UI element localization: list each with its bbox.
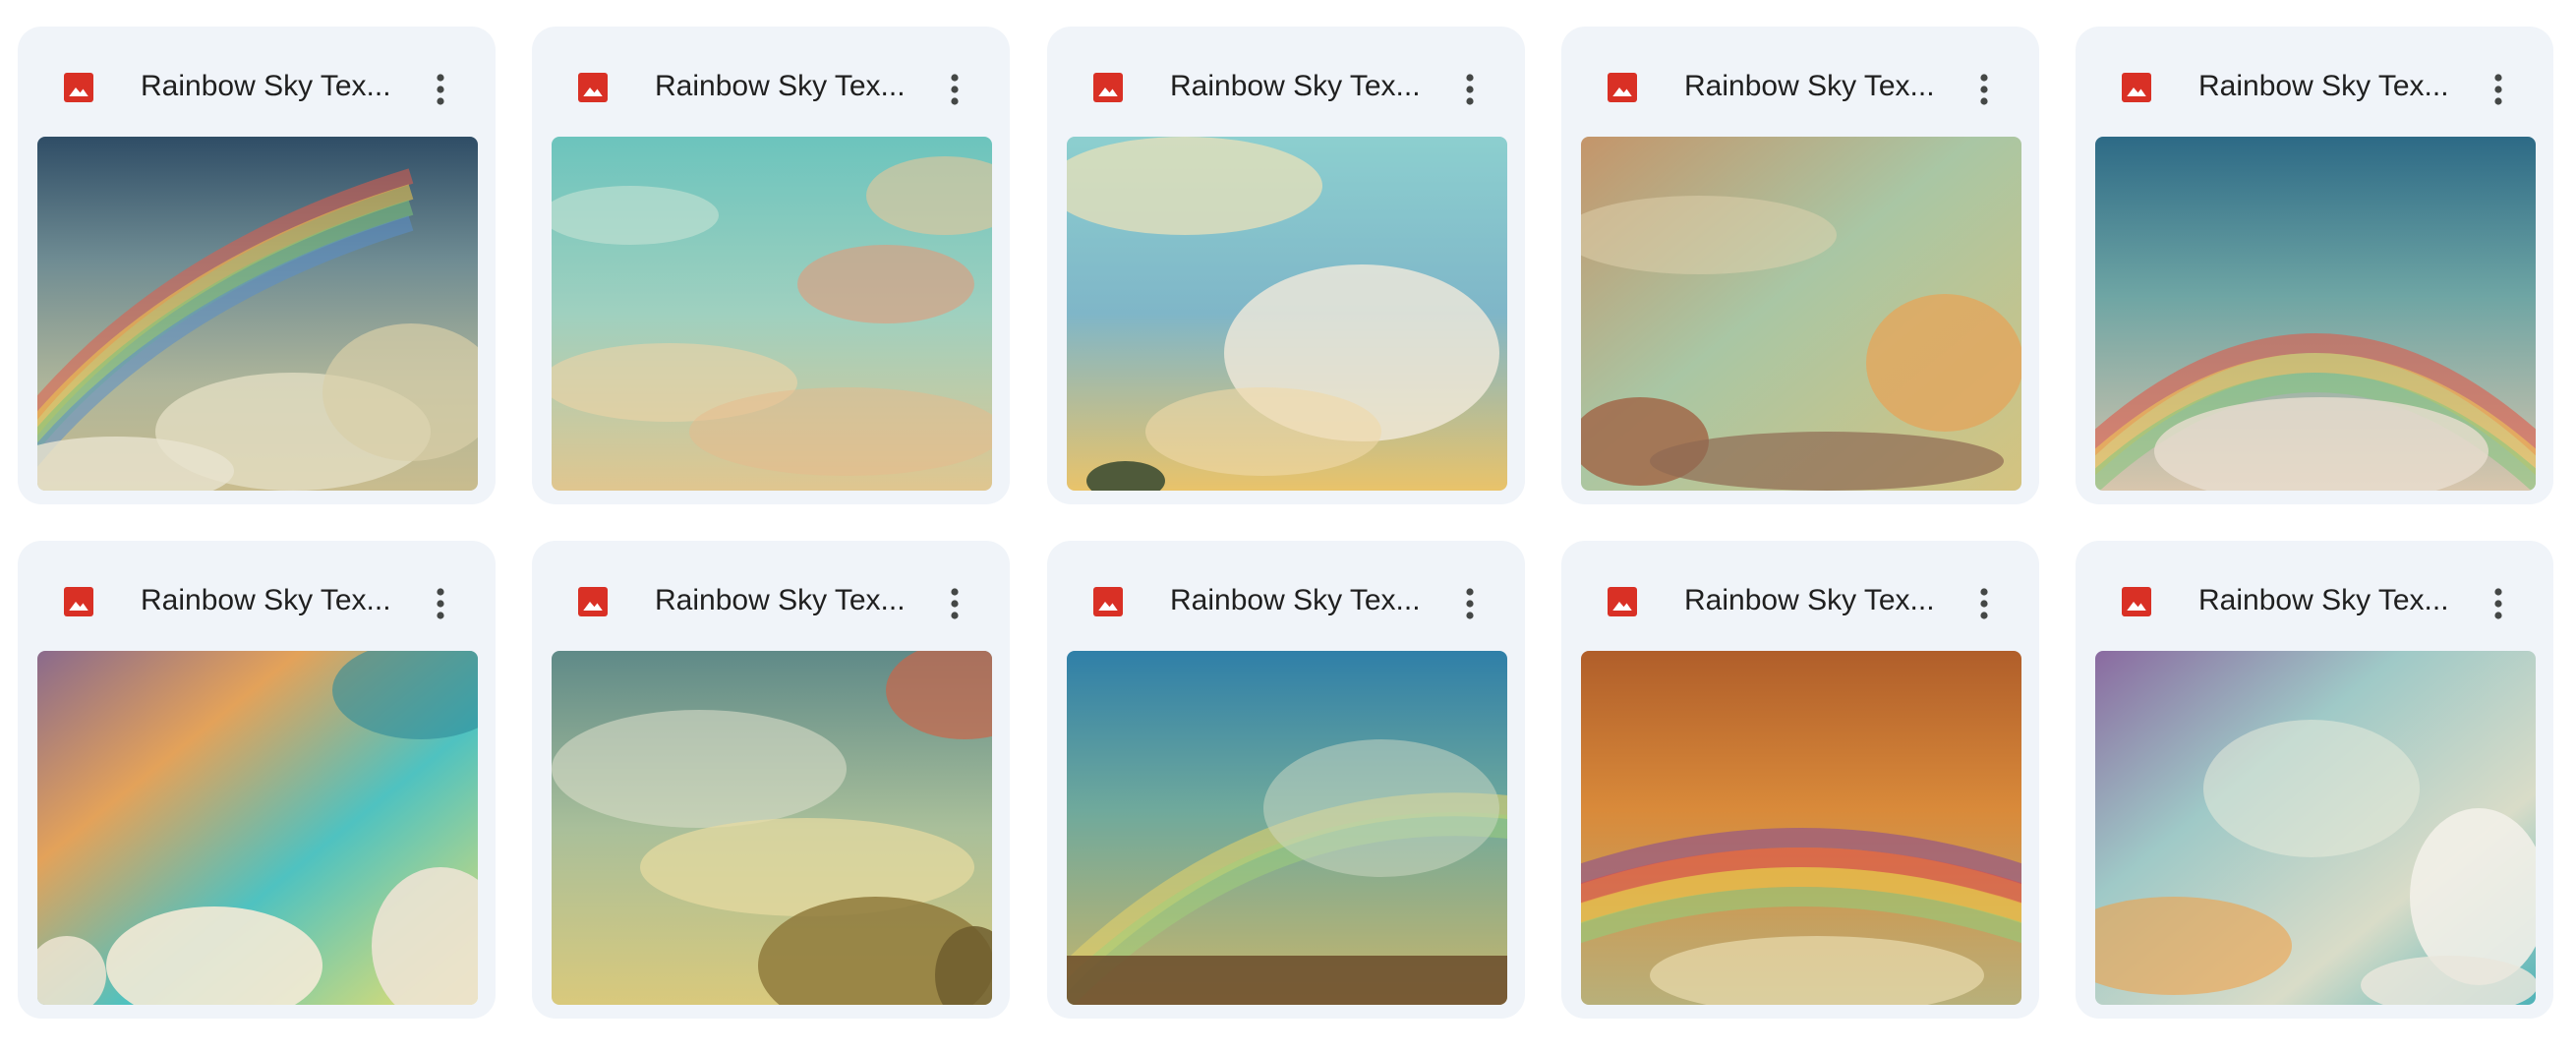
more-actions-button[interactable] bbox=[1442, 62, 1497, 117]
image-icon bbox=[61, 70, 96, 105]
image-icon bbox=[1605, 70, 1640, 105]
image-thumbnail[interactable] bbox=[1067, 137, 1507, 491]
image-thumbnail[interactable] bbox=[37, 137, 478, 491]
file-card[interactable]: Rainbow Sky Tex... bbox=[1561, 27, 2039, 504]
image-thumbnail[interactable] bbox=[552, 137, 992, 491]
file-name: Rainbow Sky Tex... bbox=[655, 70, 906, 102]
file-card[interactable]: Rainbow Sky Tex... bbox=[2076, 27, 2553, 504]
more-actions-button[interactable] bbox=[927, 576, 982, 631]
more-vert-icon bbox=[1980, 588, 1988, 619]
more-vert-icon bbox=[437, 74, 444, 105]
file-card-header: Rainbow Sky Tex... bbox=[1561, 27, 2039, 137]
file-name: Rainbow Sky Tex... bbox=[1170, 70, 1421, 102]
more-actions-button[interactable] bbox=[1957, 576, 2012, 631]
more-actions-button[interactable] bbox=[1442, 576, 1497, 631]
more-actions-button[interactable] bbox=[927, 62, 982, 117]
image-thumbnail[interactable] bbox=[1581, 137, 2021, 491]
file-card-header: Rainbow Sky Tex... bbox=[1047, 27, 1525, 137]
file-name: Rainbow Sky Tex... bbox=[141, 584, 391, 616]
file-card-header: Rainbow Sky Tex... bbox=[1561, 541, 2039, 651]
file-card-header: Rainbow Sky Tex... bbox=[1047, 541, 1525, 651]
image-thumbnail[interactable] bbox=[2095, 651, 2536, 1005]
file-name: Rainbow Sky Tex... bbox=[1170, 584, 1421, 616]
image-icon bbox=[2119, 584, 2154, 619]
file-card-header: Rainbow Sky Tex... bbox=[532, 27, 1010, 137]
more-vert-icon bbox=[1980, 74, 1988, 105]
file-card[interactable]: Rainbow Sky Tex... bbox=[1561, 541, 2039, 1019]
file-name: Rainbow Sky Tex... bbox=[655, 584, 906, 616]
file-card[interactable]: Rainbow Sky Tex... bbox=[532, 27, 1010, 504]
image-thumbnail[interactable] bbox=[1067, 651, 1507, 1005]
file-name: Rainbow Sky Tex... bbox=[2198, 584, 2449, 616]
more-vert-icon bbox=[2494, 74, 2502, 105]
image-icon bbox=[575, 584, 611, 619]
more-vert-icon bbox=[2494, 588, 2502, 619]
file-grid: Rainbow Sky Tex... Rainbow Sky Tex... Ra… bbox=[0, 0, 2576, 1052]
file-card[interactable]: Rainbow Sky Tex... bbox=[532, 541, 1010, 1019]
file-card-header: Rainbow Sky Tex... bbox=[18, 27, 496, 137]
file-card-header: Rainbow Sky Tex... bbox=[2076, 541, 2553, 651]
file-card[interactable]: Rainbow Sky Tex... bbox=[2076, 541, 2553, 1019]
image-icon bbox=[1090, 584, 1126, 619]
image-thumbnail[interactable] bbox=[552, 651, 992, 1005]
file-card-header: Rainbow Sky Tex... bbox=[2076, 27, 2553, 137]
more-actions-button[interactable] bbox=[413, 576, 468, 631]
more-actions-button[interactable] bbox=[413, 62, 468, 117]
file-card[interactable]: Rainbow Sky Tex... bbox=[18, 541, 496, 1019]
image-icon bbox=[575, 70, 611, 105]
file-card-header: Rainbow Sky Tex... bbox=[18, 541, 496, 651]
file-name: Rainbow Sky Tex... bbox=[2198, 70, 2449, 102]
more-actions-button[interactable] bbox=[2471, 62, 2526, 117]
image-icon bbox=[61, 584, 96, 619]
more-vert-icon bbox=[951, 74, 959, 105]
image-icon bbox=[2119, 70, 2154, 105]
image-thumbnail[interactable] bbox=[1581, 651, 2021, 1005]
more-vert-icon bbox=[1466, 74, 1474, 105]
file-card[interactable]: Rainbow Sky Tex... bbox=[1047, 541, 1525, 1019]
image-thumbnail[interactable] bbox=[2095, 137, 2536, 491]
file-name: Rainbow Sky Tex... bbox=[141, 70, 391, 102]
file-name: Rainbow Sky Tex... bbox=[1684, 70, 1935, 102]
more-vert-icon bbox=[437, 588, 444, 619]
file-name: Rainbow Sky Tex... bbox=[1684, 584, 1935, 616]
image-icon bbox=[1090, 70, 1126, 105]
more-vert-icon bbox=[951, 588, 959, 619]
file-card[interactable]: Rainbow Sky Tex... bbox=[1047, 27, 1525, 504]
image-icon bbox=[1605, 584, 1640, 619]
more-actions-button[interactable] bbox=[2471, 576, 2526, 631]
more-actions-button[interactable] bbox=[1957, 62, 2012, 117]
file-card[interactable]: Rainbow Sky Tex... bbox=[18, 27, 496, 504]
image-thumbnail[interactable] bbox=[37, 651, 478, 1005]
file-card-header: Rainbow Sky Tex... bbox=[532, 541, 1010, 651]
more-vert-icon bbox=[1466, 588, 1474, 619]
